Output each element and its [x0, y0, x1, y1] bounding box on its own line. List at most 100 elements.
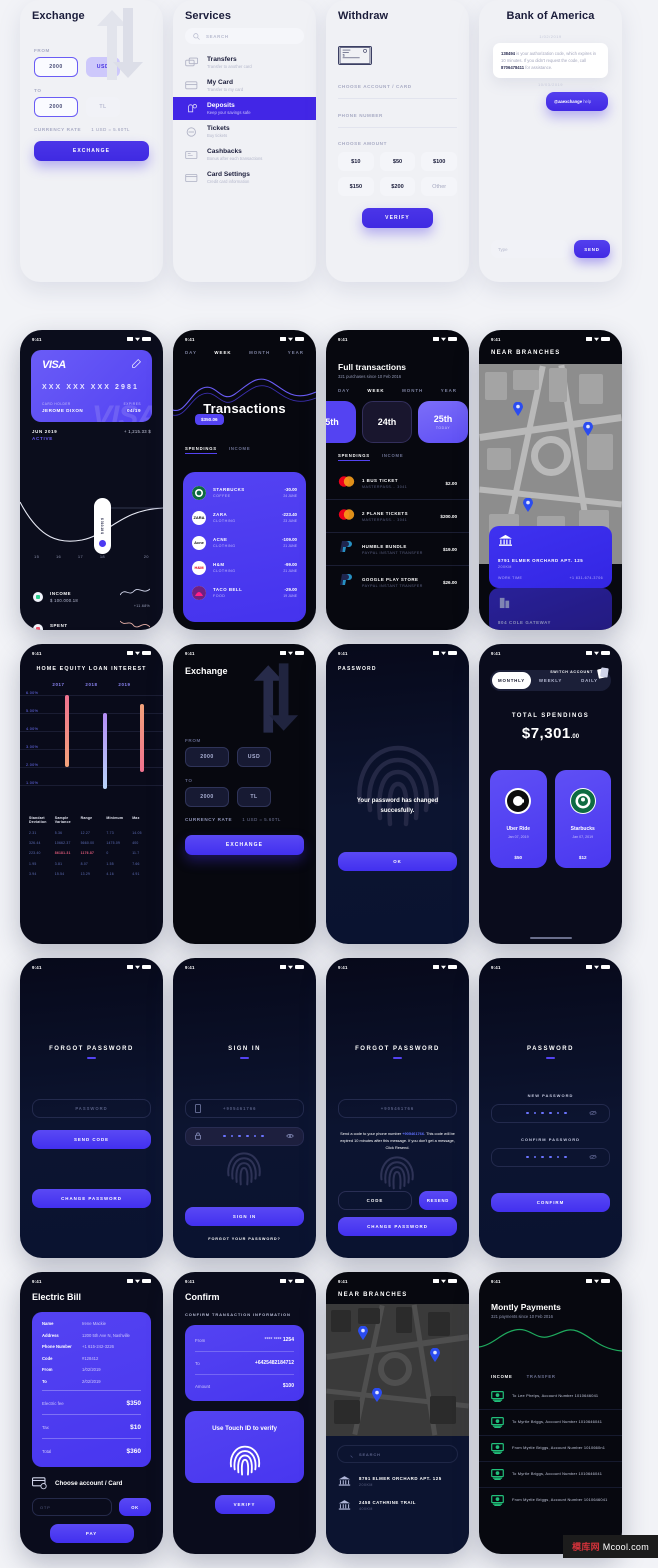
tab-year[interactable]: YEAR	[288, 350, 304, 355]
choose-account-row[interactable]: Choose account / Card	[20, 1467, 163, 1490]
list-item[interactable]: 8791 ELMER ORCHARD APT. 125 200KM	[326, 1469, 469, 1493]
tab-spendings[interactable]: SPENDINGS	[338, 453, 370, 461]
amount-chip[interactable]: $150	[338, 177, 374, 196]
to-currency-select[interactable]: TL	[237, 787, 271, 807]
list-item[interactable]: TACO BELL FOOD -29.00 19 JUNE	[192, 580, 297, 605]
sidebar-item-card-settings[interactable]: Card Settings Credit card information	[173, 166, 316, 189]
to-amount-input[interactable]: 2000	[34, 97, 78, 117]
from-amount-input[interactable]: 2000	[185, 747, 229, 767]
phone-input[interactable]: +905461766	[338, 1098, 457, 1118]
tab-year[interactable]: YEAR	[441, 388, 457, 393]
confirm-password-input[interactable]	[491, 1147, 610, 1167]
tab-week[interactable]: WEEK	[214, 350, 231, 355]
amount-chip[interactable]: $10	[338, 152, 374, 171]
tab-spendings[interactable]: SPENDINGS	[185, 446, 217, 454]
map-pin-icon[interactable]	[513, 402, 523, 416]
to-currency-select[interactable]: TL	[86, 97, 120, 117]
list-item[interactable]: H&M H&M CLOTHING -99.00 21 JUNE	[192, 555, 297, 580]
branch-card-primary[interactable]: 8791 ELMER ORCHARD APT. 125 200KM WORK T…	[489, 526, 612, 588]
tab-income[interactable]: INCOME	[491, 1374, 513, 1379]
tab-income[interactable]: INCOME	[229, 446, 251, 454]
verify-button[interactable]: VERIFY	[214, 1495, 275, 1514]
list-item[interactable]: From Myrtle Briggs, Account Number 10106…	[479, 1436, 622, 1462]
map-pin-icon[interactable]	[583, 422, 593, 436]
amount-chip-other[interactable]: Other	[421, 177, 458, 196]
sign-in-button[interactable]: SIGN IN	[185, 1207, 304, 1226]
date-card[interactable]: 24th	[362, 401, 412, 443]
from-currency-select[interactable]: USD	[237, 747, 271, 767]
list-item[interactable]: STARBUCKS COFFEE -30.00 24 JUNE	[192, 480, 297, 505]
tab-day[interactable]: DAY	[338, 388, 350, 393]
phone-number-field[interactable]: PHONE NUMBER	[338, 113, 457, 128]
from-amount-input[interactable]: 2000	[34, 57, 78, 77]
sidebar-item-deposits[interactable]: Deposits Keep your savings safe	[173, 97, 316, 120]
date-card-prev[interactable]: 5th	[326, 401, 356, 443]
ok-button[interactable]: OK	[119, 1498, 151, 1516]
sidebar-item-transfers[interactable]: Transfers Transfer to another card	[173, 51, 316, 74]
send-button[interactable]: SEND	[574, 240, 610, 258]
phone-input[interactable]: +905461766	[185, 1098, 304, 1118]
list-item[interactable]: To Myrtle Briggs, Account Number 1010646…	[479, 1462, 622, 1488]
tab-month[interactable]: MONTH	[249, 350, 270, 355]
table-row[interactable]: HUMBLE BUNDLE PAYPAL INSTANT TRANSFER $19…	[326, 533, 469, 566]
eye-off-icon[interactable]	[589, 1110, 597, 1116]
confirm-button[interactable]: CONFIRM	[491, 1192, 610, 1212]
date-card-today[interactable]: 25th TODAY	[418, 401, 468, 443]
map-pin-icon[interactable]	[372, 1388, 382, 1402]
chat-input[interactable]: Type	[491, 240, 568, 258]
new-password-input[interactable]	[491, 1103, 610, 1123]
search-input[interactable]: SEARCH	[185, 28, 304, 44]
tab-income[interactable]: INCOME	[382, 453, 404, 461]
map-canvas[interactable]	[326, 1304, 469, 1436]
amount-chip[interactable]: $100	[421, 152, 458, 171]
change-password-button[interactable]: CHANGE PASSWORD	[338, 1217, 457, 1236]
otp-input[interactable]: OTP	[32, 1498, 112, 1516]
tab-month[interactable]: MONTH	[402, 388, 423, 393]
tab-transfer[interactable]: TRANSFER	[527, 1374, 556, 1379]
choose-account-field[interactable]: CHOOSE ACCOUNT / CARD	[338, 84, 457, 99]
list-item[interactable]: From Myrtle Briggs, Account Number 10106…	[479, 1488, 622, 1513]
change-password-button[interactable]: CHANGE PASSWORD	[32, 1188, 151, 1208]
code-input[interactable]: CODE	[338, 1191, 412, 1210]
visa-card[interactable]: VISA VISA XXX XXX XXX 2981 CARD HOLDER JE…	[31, 350, 152, 422]
eye-off-icon[interactable]	[589, 1154, 597, 1160]
tab-day[interactable]: DAY	[185, 350, 197, 355]
to-amount-input[interactable]: 2000	[185, 787, 229, 807]
search-input[interactable]: SEARCH	[337, 1445, 458, 1463]
password-input[interactable]: PASSWORD	[32, 1098, 151, 1118]
list-item[interactable]: 2458 CATHRINE TRAIL 400KM	[326, 1493, 469, 1517]
list-item[interactable]: To Lee Phelps, Account Number 1010646041	[479, 1384, 622, 1410]
send-code-button[interactable]: SEND CODE	[32, 1129, 151, 1149]
exchange-button[interactable]: EXCHANGE	[185, 835, 304, 855]
list-item[interactable]: To Myrtle Briggs, Account Number 1010646…	[479, 1410, 622, 1436]
fingerprint-icon[interactable]	[225, 1146, 263, 1186]
sidebar-item-cashbacks[interactable]: Cashbacks Bonus after each transactions	[173, 143, 316, 166]
ok-button[interactable]: OK	[338, 852, 457, 871]
tab-monthly[interactable]: MONTHLY	[492, 672, 531, 689]
sidebar-item-my-card[interactable]: My Card Transfer to my card	[173, 74, 316, 97]
map-pin-icon[interactable]	[430, 1348, 440, 1362]
sidebar-item-tickets[interactable]: Tickets Buy tickets	[173, 120, 316, 143]
forgot-password-link[interactable]: FORGOT YOUR PASSWORD?	[173, 1237, 316, 1241]
pay-button[interactable]: PAY	[49, 1524, 134, 1543]
map-pin-icon[interactable]	[523, 498, 533, 512]
password-input[interactable]	[185, 1126, 304, 1146]
table-row[interactable]: 2 PLANE TICKETS MASTERPASS... 3041 $200.0…	[326, 500, 469, 533]
touch-id-card[interactable]: Use Touch ID to verify	[185, 1411, 304, 1483]
edit-icon[interactable]	[132, 359, 141, 368]
table-row[interactable]: GOOGLE PLAY STORE PAYPAL INSTANT TRANSFER…	[326, 566, 469, 598]
spending-card-starbucks[interactable]: Starbucks Jan 07, 2019 $12	[554, 770, 611, 868]
map-pin-icon[interactable]	[358, 1326, 368, 1340]
amount-chip[interactable]: $50	[379, 152, 416, 171]
exchange-button[interactable]: EXCHANGE	[34, 141, 149, 161]
spending-card-uber[interactable]: Uber Ride Jan 07, 2019 $50	[490, 770, 547, 868]
verify-button[interactable]: VERIFY	[362, 208, 433, 228]
list-item[interactable]: Acne ACNE CLOTHING -109.00 21 JUNE	[192, 530, 297, 555]
resend-button[interactable]: RESEND	[419, 1191, 457, 1210]
table-row[interactable]: 1 BUS TICKET MASTERPASS... 3041 $2.00	[326, 467, 469, 500]
amount-chip[interactable]: $200	[379, 177, 416, 196]
tab-week[interactable]: WEEK	[367, 388, 384, 393]
eye-icon[interactable]	[286, 1133, 294, 1139]
switch-account-button[interactable]: SWITCH ACCOUNT	[550, 666, 610, 679]
branch-card-secondary[interactable]: 804 COLE GATEWAY	[489, 588, 612, 630]
